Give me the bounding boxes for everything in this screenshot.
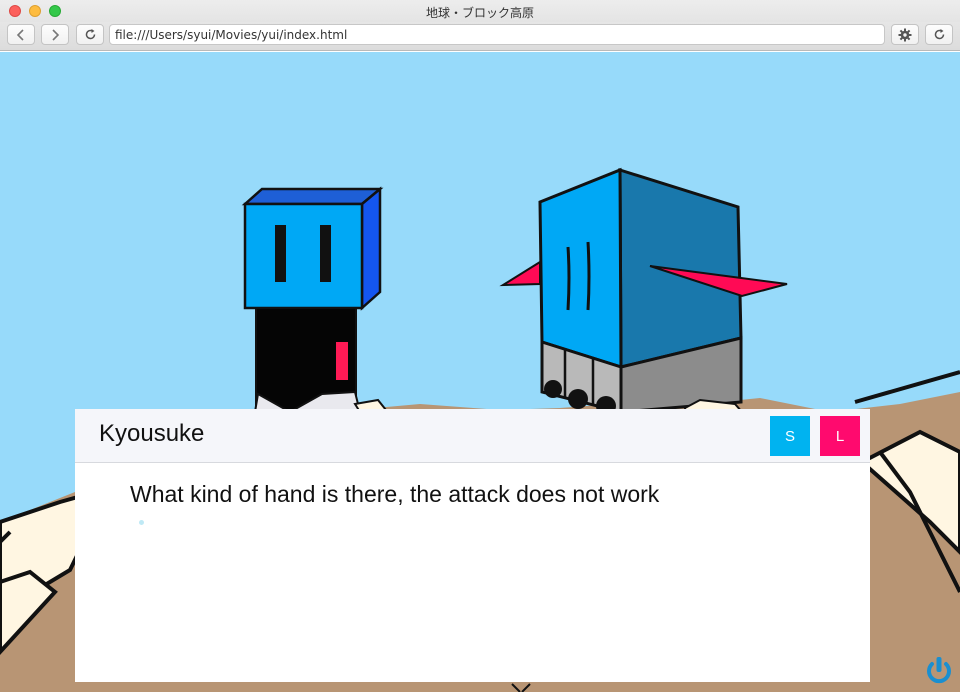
back-button[interactable] [7,24,35,45]
text-cursor-indicator [139,520,144,525]
game-viewport[interactable]: Kyousuke S L What kind of hand is there,… [0,52,960,692]
save-button[interactable]: S [770,416,810,456]
window-title: 地球・ブロック高原 [425,6,534,20]
forward-button[interactable] [41,24,69,45]
speaker-name: Kyousuke [99,420,205,447]
chevron-right-icon [52,28,60,41]
browser-toolbar: file:///Users/syui/Movies/yui/index.html [0,22,960,51]
chevron-left-icon [16,28,24,41]
address-bar[interactable]: file:///Users/syui/Movies/yui/index.html [109,24,885,45]
reload-button[interactable] [76,24,104,45]
dialog-header: Kyousuke S L [75,409,870,463]
load-button[interactable]: L [820,416,860,456]
page-reload-button[interactable] [925,24,953,45]
gear-icon [898,28,912,41]
dialog-box[interactable]: Kyousuke S L What kind of hand is there,… [75,409,870,682]
reload-icon [934,29,944,40]
dialog-message: What kind of hand is there, the attack d… [130,481,660,507]
reload-icon [85,29,95,40]
window-titlebar: 地球・ブロック高原 [0,0,960,22]
power-icon[interactable] [925,655,953,687]
character-left [241,186,388,419]
settings-button[interactable] [891,24,919,45]
character-right [499,167,788,416]
